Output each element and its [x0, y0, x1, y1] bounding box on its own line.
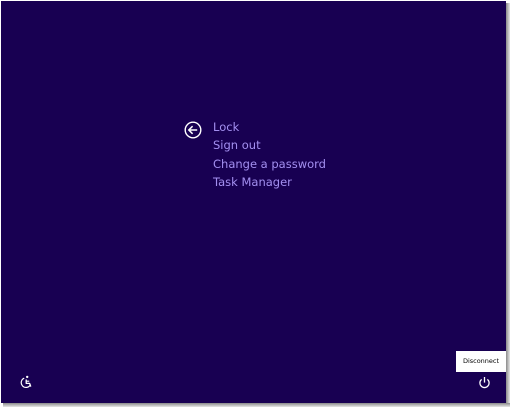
menu-item-task-manager[interactable]: Task Manager	[213, 173, 326, 191]
menu-item-change-password[interactable]: Change a password	[213, 155, 326, 173]
ease-of-access-icon	[20, 375, 32, 389]
security-options-screen: Lock Sign out Change a password Task Man…	[1, 1, 506, 403]
back-arrow-circle-icon	[184, 121, 202, 139]
back-button[interactable]	[184, 121, 202, 139]
frame-shadow-right	[506, 3, 510, 405]
power-icon	[479, 377, 490, 389]
menu-item-lock[interactable]: Lock	[213, 118, 326, 136]
frame-shadow-bottom	[3, 403, 510, 407]
security-options-menu: Lock Sign out Change a password Task Man…	[213, 118, 326, 191]
menu-item-sign-out[interactable]: Sign out	[213, 136, 326, 154]
disconnect-tooltip: Disconnect	[456, 351, 506, 372]
ease-of-access-button[interactable]	[19, 375, 33, 389]
power-button[interactable]	[478, 376, 491, 389]
